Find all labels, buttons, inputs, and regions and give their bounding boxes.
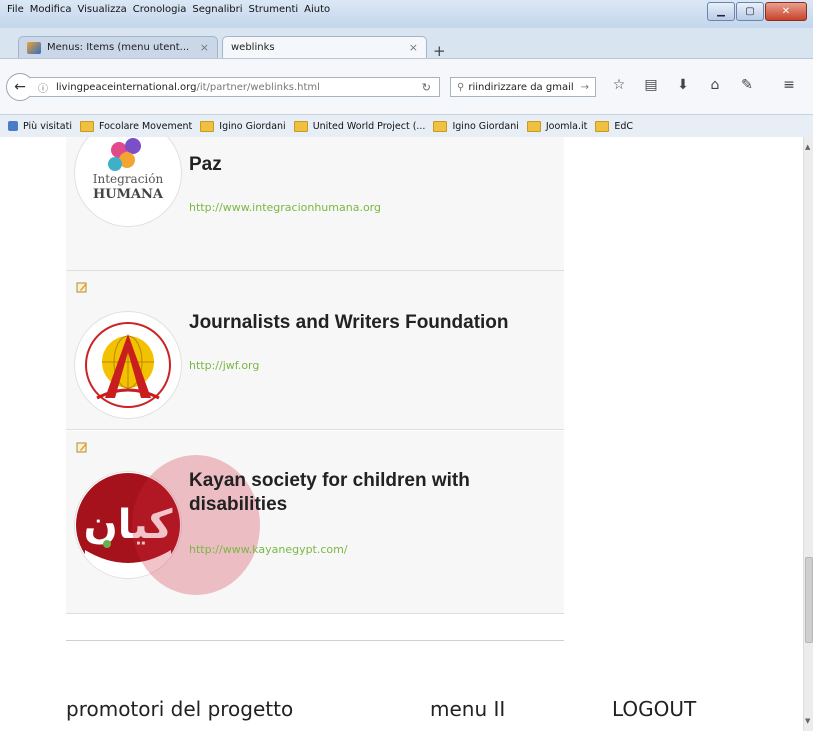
folder-icon <box>200 120 215 132</box>
folder-icon <box>433 120 448 132</box>
bookmark-united-world[interactable]: United World Project (... <box>293 120 426 132</box>
menu-bar: File Modifica Visualizza Cronologia Segn… <box>4 4 333 24</box>
library-icon[interactable]: ▤ <box>642 77 660 93</box>
search-value: riindirizzare da gmail <box>468 81 574 93</box>
weblink-title[interactable]: Journalists and Writers Foundation <box>189 311 509 335</box>
vertical-scrollbar[interactable]: ▲ ▼ <box>803 137 813 731</box>
weblink-title[interactable]: Kayan society for children with disabili… <box>189 469 519 517</box>
weblink-url[interactable]: http://jwf.org <box>189 359 259 372</box>
navigation-bar: ← ⓘ livingpeaceinternational.org/it/part… <box>0 58 813 115</box>
bookmark-edc[interactable]: EdC <box>595 120 634 132</box>
url-domain: livingpeaceinternational.org <box>56 81 197 93</box>
folder-icon <box>293 120 308 132</box>
home-icon[interactable]: ⌂ <box>706 77 724 93</box>
scroll-down-arrow-icon[interactable]: ▼ <box>805 717 810 725</box>
menu-file[interactable]: File <box>4 4 27 24</box>
folder-icon <box>595 120 610 132</box>
bookmark-joomla[interactable]: Joomla.it <box>526 120 588 132</box>
edit-icon[interactable] <box>76 441 88 453</box>
bookmark-igino-1[interactable]: Igino Giordani <box>200 120 286 132</box>
bookmark-label: Focolare Movement <box>98 120 193 132</box>
url-path: /it/partner/weblinks.html <box>196 81 320 93</box>
minimize-button[interactable]: ▁ <box>707 2 735 21</box>
scroll-up-arrow-icon[interactable]: ▲ <box>805 143 810 151</box>
close-tab-icon[interactable]: × <box>409 41 418 54</box>
tab-label: weblinks <box>231 42 275 53</box>
logo-text-bottom: HUMANA <box>92 187 164 202</box>
bookmark-label: EdC <box>614 120 634 132</box>
weblink-url[interactable]: http://www.integracionhumana.org <box>189 201 381 214</box>
bookmark-label: Igino Giordani <box>452 120 519 132</box>
integracion-humana-logo[interactable]: Integración HUMANA <box>74 137 182 227</box>
jwf-logo[interactable] <box>74 311 182 419</box>
maximize-button[interactable]: ▢ <box>736 2 764 21</box>
tab-weblinks[interactable]: weblinks × <box>222 36 427 58</box>
info-icon[interactable]: ⓘ <box>38 80 48 95</box>
bookmark-igino-2[interactable]: Igino Giordani <box>433 120 519 132</box>
tab-strip: Menus: Items (menu utent... × weblinks ×… <box>0 28 813 60</box>
bookmark-label: Joomla.it <box>545 120 588 132</box>
toolbar-icons: ☆ ▤ ⬇ ⌂ ✎ ≡ <box>610 77 798 93</box>
reload-icon[interactable]: ↻ <box>422 81 431 94</box>
star-bookmark-icon[interactable]: ☆ <box>610 77 628 93</box>
tab-menus-items[interactable]: Menus: Items (menu utent... × <box>18 36 218 58</box>
close-tab-icon[interactable]: × <box>200 41 209 54</box>
menu-cronologia[interactable]: Cronologia <box>130 4 190 24</box>
search-go-arrow-icon[interactable]: → <box>581 82 589 93</box>
footer-link-promotori[interactable]: promotori del progetto <box>66 697 293 721</box>
close-window-button[interactable]: ✕ <box>765 2 807 21</box>
address-bar[interactable]: ⓘ livingpeaceinternational.org/it/partne… <box>30 77 440 97</box>
joomla-favicon-icon <box>27 41 41 54</box>
logo-text-top: Integración <box>92 172 164 186</box>
hamburger-menu-icon[interactable]: ≡ <box>780 77 798 93</box>
weblink-title[interactable]: Paz <box>189 153 222 177</box>
bookmarks-toolbar: Più visitati Focolare Movement Igino Gio… <box>0 114 813 138</box>
bookmark-label: United World Project (... <box>312 120 426 132</box>
divider <box>66 640 564 641</box>
download-icon[interactable]: ⬇ <box>674 77 692 93</box>
weblink-card: Integración HUMANA Paz http://www.integr… <box>66 137 564 271</box>
weblink-card: كيان Kayan society for children with dis… <box>66 431 564 614</box>
edit-icon[interactable] <box>76 281 88 293</box>
weblink-card: Journalists and Writers Foundation http:… <box>66 271 564 430</box>
weblink-url[interactable]: http://www.kayanegypt.com/ <box>189 543 348 556</box>
menu-visualizza[interactable]: Visualizza <box>75 4 130 24</box>
bookmark-icon <box>8 121 18 131</box>
menu-modifica[interactable]: Modifica <box>27 4 75 24</box>
title-bar: File Modifica Visualizza Cronologia Segn… <box>0 0 813 28</box>
footer-link-menu-ii[interactable]: menu II <box>430 697 505 721</box>
bookmark-focolare[interactable]: Focolare Movement <box>79 120 193 132</box>
menu-segnalibri[interactable]: Segnalibri <box>189 4 245 24</box>
bookmark-label: Più visitati <box>23 120 72 132</box>
bookmark-most-visited[interactable]: Più visitati <box>8 121 72 132</box>
menu-aiuto[interactable]: Aiuto <box>301 4 333 24</box>
folder-icon <box>79 120 94 132</box>
footer-link-logout[interactable]: LOGOUT <box>612 697 696 721</box>
browser-window: File Modifica Visualizza Cronologia Segn… <box>0 0 813 731</box>
window-controls: ▁ ▢ ✕ <box>706 2 807 21</box>
addon-icon[interactable]: ✎ <box>738 77 756 93</box>
tab-label: Menus: Items (menu utent... <box>47 42 190 53</box>
scrollbar-thumb[interactable] <box>805 557 813 643</box>
folder-icon <box>526 120 541 132</box>
search-input[interactable]: ⚲ riindirizzare da gmail → <box>450 77 596 97</box>
bookmark-label: Igino Giordani <box>219 120 286 132</box>
search-icon: ⚲ <box>457 81 465 93</box>
page-content: Integración HUMANA Paz http://www.integr… <box>0 137 803 731</box>
menu-strumenti[interactable]: Strumenti <box>246 4 302 24</box>
